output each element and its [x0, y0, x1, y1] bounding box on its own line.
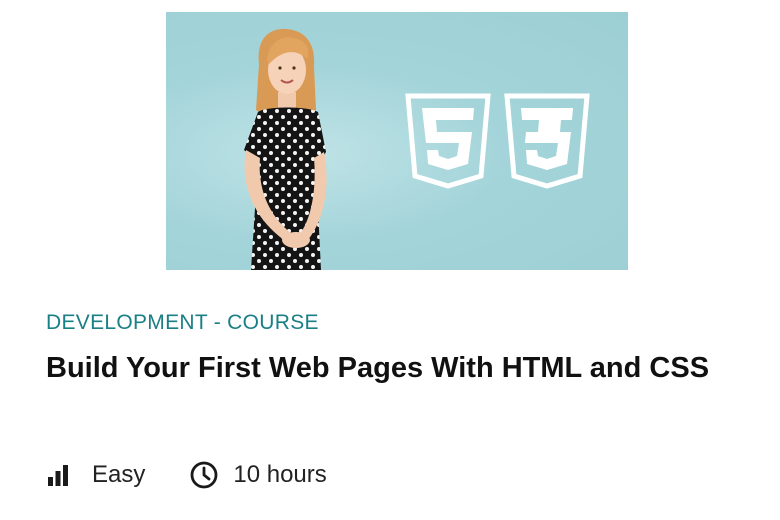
- difficulty-label: Easy: [92, 461, 146, 488]
- course-category: DEVELOPMENT - COURSE: [46, 311, 319, 334]
- course-card[interactable]: DEVELOPMENT - COURSE Build Your First We…: [0, 0, 780, 520]
- clock-icon: [190, 461, 218, 489]
- thumbnail-illustration: [244, 28, 590, 270]
- presenter-figure: [244, 28, 327, 270]
- course-thumbnail[interactable]: [166, 12, 628, 270]
- course-meta: Easy 10 hours: [46, 458, 327, 492]
- css3-shield-icon: [504, 93, 590, 189]
- duration-info: 10 hours: [189, 460, 327, 490]
- duration-label: 10 hours: [233, 461, 327, 488]
- difficulty-info: Easy: [46, 461, 145, 489]
- html5-shield-icon: [405, 93, 491, 189]
- difficulty-bars-icon: [48, 465, 68, 486]
- course-title[interactable]: Build Your First Web Pages With HTML and…: [46, 346, 746, 390]
